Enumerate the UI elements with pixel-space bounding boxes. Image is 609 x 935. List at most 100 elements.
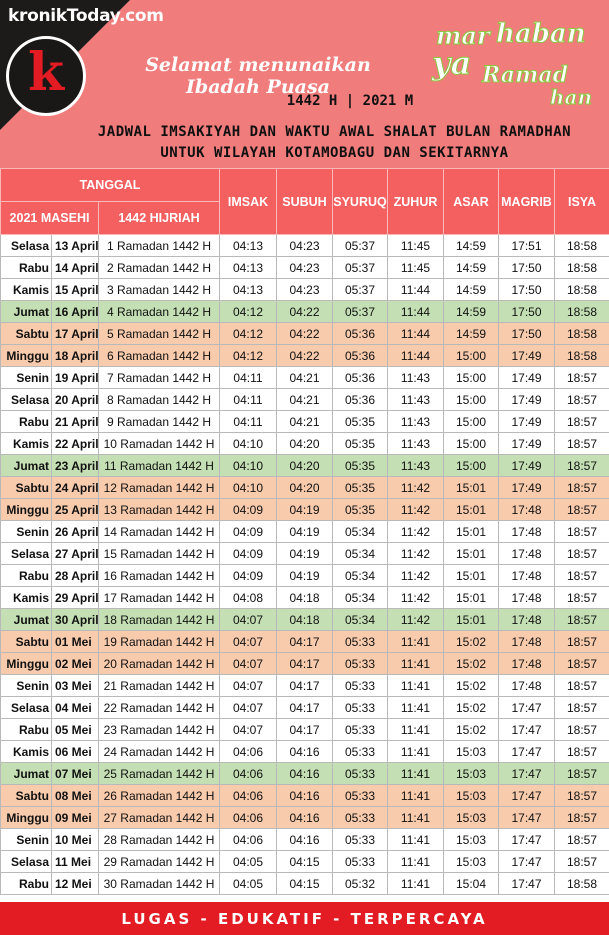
asar-cell: 14:59 (443, 234, 499, 257)
asar-cell: 15:00 (443, 366, 499, 389)
subuh-cell: 04:19 (276, 542, 333, 565)
hijri-cell: 7 Ramadan 1442 H (98, 366, 220, 389)
magrib-cell: 17:51 (498, 234, 555, 257)
hijri-cell: 20 Ramadan 1442 H (98, 652, 220, 675)
asar-cell: 15:01 (443, 608, 499, 631)
day-cell: Rabu (0, 718, 52, 741)
magrib-cell: 17:50 (498, 300, 555, 323)
magrib-cell: 17:48 (498, 542, 555, 565)
table-row: Minggu 25 April 13 Ramadan 1442 H 04:09 04:1… (0, 498, 609, 521)
brand-logo-letter: k (27, 42, 65, 103)
subuh-cell: 04:17 (276, 630, 333, 653)
day-cell: Selasa (0, 542, 52, 565)
syuruq-cell: 05:33 (332, 762, 388, 785)
syuruq-cell: 05:36 (332, 344, 388, 367)
day-cell: Kamis (0, 432, 52, 455)
zuhur-cell: 11:41 (387, 674, 444, 697)
zuhur-cell: 11:41 (387, 696, 444, 719)
date-cell: 26 April (51, 520, 99, 543)
subuh-cell: 04:17 (276, 718, 333, 741)
subuh-cell: 04:22 (276, 344, 333, 367)
hijri-cell: 29 Ramadan 1442 H (98, 850, 220, 873)
imsak-cell: 04:07 (219, 674, 277, 697)
table-row: Jumat 07 Mei 25 Ramadan 1442 H 04:06 04:16 05… (0, 762, 609, 785)
isya-cell: 18:57 (554, 476, 609, 499)
table-row: Rabu 12 Mei 30 Ramadan 1442 H 04:05 04:15 05:… (0, 872, 609, 895)
imsak-cell: 04:07 (219, 718, 277, 741)
syuruq-cell: 05:34 (332, 542, 388, 565)
magrib-cell: 17:49 (498, 476, 555, 499)
syuruq-cell: 05:33 (332, 850, 388, 873)
zuhur-cell: 11:42 (387, 608, 444, 631)
imsak-cell: 04:11 (219, 410, 277, 433)
schedule-title-line2: UNTUK WILAYAH KOTAMOBAGU DAN SEKITARNYA (160, 145, 509, 161)
day-cell: Sabtu (0, 630, 52, 653)
magrib-cell: 17:47 (498, 806, 555, 829)
magrib-cell: 17:47 (498, 696, 555, 719)
day-cell: Selasa (0, 388, 52, 411)
marhaban-part-ya: ya (431, 44, 471, 82)
zuhur-cell: 11:41 (387, 740, 444, 763)
table-row: Rabu 14 April 2 Ramadan 1442 H 04:13 04:23 05… (0, 256, 609, 279)
imsak-cell: 04:13 (219, 278, 277, 301)
isya-cell: 18:57 (554, 542, 609, 565)
hijri-cell: 21 Ramadan 1442 H (98, 674, 220, 697)
asar-cell: 14:59 (443, 300, 499, 323)
syuruq-cell: 05:33 (332, 828, 388, 851)
zuhur-cell: 11:42 (387, 520, 444, 543)
header-syuruq: SYURUQ (332, 168, 388, 235)
subuh-cell: 04:20 (276, 432, 333, 455)
table-row: Selasa 04 Mei 22 Ramadan 1442 H 04:07 04:17 0… (0, 696, 609, 719)
syuruq-cell: 05:34 (332, 520, 388, 543)
isya-cell: 18:57 (554, 630, 609, 653)
magrib-cell: 17:48 (498, 652, 555, 675)
marhaban-part-haban: haban (496, 19, 586, 49)
zuhur-cell: 11:45 (387, 256, 444, 279)
hijri-cell: 17 Ramadan 1442 H (98, 586, 220, 609)
syuruq-cell: 05:37 (332, 234, 388, 257)
zuhur-cell: 11:41 (387, 806, 444, 829)
magrib-cell: 17:48 (498, 498, 555, 521)
magrib-cell: 17:48 (498, 674, 555, 697)
header-masehi: 2021 MASEHI (0, 201, 99, 235)
table-row: Rabu 05 Mei 23 Ramadan 1442 H 04:07 04:17 05:… (0, 718, 609, 741)
magrib-cell: 17:48 (498, 520, 555, 543)
isya-cell: 18:57 (554, 410, 609, 433)
isya-cell: 18:57 (554, 432, 609, 455)
magrib-cell: 17:47 (498, 740, 555, 763)
zuhur-cell: 11:41 (387, 762, 444, 785)
table-row: Senin 26 April 14 Ramadan 1442 H 04:09 04:19… (0, 520, 609, 543)
table-row: Kamis 29 April 17 Ramadan 1442 H 04:08 04:18… (0, 586, 609, 609)
magrib-cell: 17:49 (498, 432, 555, 455)
asar-cell: 15:00 (443, 410, 499, 433)
table-row: Jumat 23 April 11 Ramadan 1442 H 04:10 04:20… (0, 454, 609, 477)
date-cell: 02 Mei (51, 652, 99, 675)
isya-cell: 18:57 (554, 608, 609, 631)
date-cell: 22 April (51, 432, 99, 455)
marhaban-ramadhan-logo: mar haban ya Ramad han (431, 19, 593, 110)
header-banner: kronikToday.com k Selamat menunaikan Iba… (0, 0, 609, 168)
day-cell: Rabu (0, 872, 52, 895)
asar-cell: 15:03 (443, 828, 499, 851)
asar-cell: 15:00 (443, 344, 499, 367)
table-row: Senin 03 Mei 21 Ramadan 1442 H 04:07 04:17 05… (0, 674, 609, 697)
zuhur-cell: 11:41 (387, 850, 444, 873)
magrib-cell: 17:47 (498, 784, 555, 807)
date-cell: 29 April (51, 586, 99, 609)
day-cell: Minggu (0, 806, 52, 829)
hijri-cell: 4 Ramadan 1442 H (98, 300, 220, 323)
hijri-cell: 27 Ramadan 1442 H (98, 806, 220, 829)
day-cell: Senin (0, 520, 52, 543)
table-row: Minggu 09 Mei 27 Ramadan 1442 H 04:06 04:16 0… (0, 806, 609, 829)
zuhur-cell: 11:42 (387, 542, 444, 565)
day-cell: Jumat (0, 454, 52, 477)
syuruq-cell: 05:34 (332, 608, 388, 631)
subuh-cell: 04:16 (276, 762, 333, 785)
asar-cell: 15:03 (443, 762, 499, 785)
magrib-cell: 17:49 (498, 366, 555, 389)
zuhur-cell: 11:43 (387, 410, 444, 433)
date-cell: 25 April (51, 498, 99, 521)
hijri-cell: 12 Ramadan 1442 H (98, 476, 220, 499)
zuhur-cell: 11:44 (387, 300, 444, 323)
imsak-cell: 04:12 (219, 344, 277, 367)
